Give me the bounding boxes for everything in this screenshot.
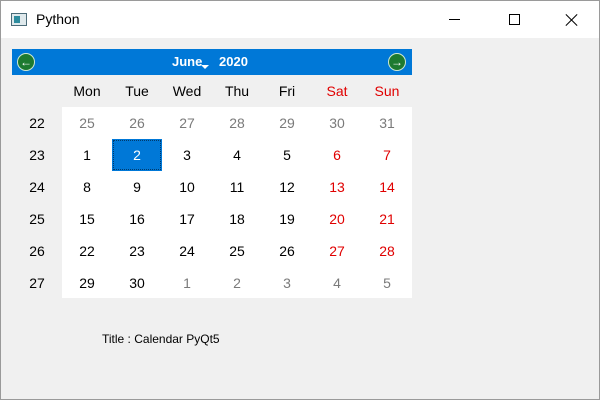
day-cell[interactable]: 10	[162, 171, 212, 203]
day-cell[interactable]: 5	[262, 139, 312, 171]
day-cell[interactable]: 9	[112, 171, 162, 203]
day-cell[interactable]: 26	[262, 235, 312, 267]
week-number: 22	[29, 115, 45, 131]
day-cell[interactable]: 14	[362, 171, 412, 203]
day-cell[interactable]: 15	[62, 203, 112, 235]
main-window: Python ← June 2020 → 22 23 24 25 26 27 Mon Tue…	[0, 0, 600, 400]
day-cell[interactable]: 4	[212, 139, 262, 171]
day-cell[interactable]: 5	[362, 267, 412, 299]
window-title: Python	[36, 11, 80, 27]
day-cell[interactable]: 17	[162, 203, 212, 235]
weekday-header: Sat	[326, 83, 348, 99]
day-cell[interactable]: 18	[212, 203, 262, 235]
day-cell[interactable]: 8	[62, 171, 112, 203]
day-cell[interactable]: 31	[362, 107, 412, 139]
week-number: 24	[29, 179, 45, 195]
days-area: 25 26 27 28 29 30 31 1 2 3 4 5 6 7 8 9 10 11 12 13 14 15 16 17 1…	[62, 107, 412, 298]
minimize-icon	[448, 19, 460, 20]
day-cell[interactable]: 27	[312, 235, 362, 267]
day-cell[interactable]: 29	[62, 267, 112, 299]
day-cell[interactable]: 21	[362, 203, 412, 235]
day-cell[interactable]: 25	[62, 107, 112, 139]
day-cell[interactable]: 28	[362, 235, 412, 267]
day-cell[interactable]: 1	[162, 267, 212, 299]
weekday-header: Mon	[73, 83, 101, 99]
week-number-column: 22 23 24 25 26 27	[12, 75, 62, 298]
day-cell[interactable]: 28	[212, 107, 262, 139]
day-cell[interactable]: 27	[162, 107, 212, 139]
chevron-down-icon	[201, 65, 209, 69]
calendar-grid: 22 23 24 25 26 27 Mon Tue Wed Thu Fri Sat Sun 25 26 2…	[12, 75, 412, 298]
weekday-header: Tue	[125, 83, 149, 99]
week-number: 25	[29, 211, 45, 227]
weekday-header: Fri	[278, 83, 296, 99]
day-cell[interactable]: 6	[312, 139, 362, 171]
day-cell[interactable]: 23	[112, 235, 162, 267]
day-cell[interactable]: 22	[62, 235, 112, 267]
arrow-left-icon: ←	[20, 55, 32, 69]
day-cell[interactable]: 24	[162, 235, 212, 267]
weekday-header: Wed	[172, 83, 202, 99]
month-selector[interactable]: June	[172, 54, 202, 69]
close-icon	[565, 13, 579, 27]
day-cell[interactable]: 30	[112, 267, 162, 299]
day-cell[interactable]: 3	[262, 267, 312, 299]
day-cell[interactable]: 20	[312, 203, 362, 235]
week-number: 27	[29, 275, 45, 291]
week-number: 23	[29, 147, 45, 163]
weekday-header-row: Mon Tue Wed Thu Fri Sat Sun	[62, 75, 412, 107]
day-cell[interactable]: 4	[312, 267, 362, 299]
year-selector[interactable]: 2020	[219, 54, 248, 69]
day-cell[interactable]: 12	[262, 171, 312, 203]
day-cell[interactable]: 25	[212, 235, 262, 267]
calendar-navigation-bar: ← June 2020 →	[12, 49, 412, 75]
maximize-button[interactable]	[491, 1, 537, 38]
day-cell[interactable]: 16	[112, 203, 162, 235]
app-window-icon	[11, 13, 27, 26]
day-cell[interactable]: 30	[312, 107, 362, 139]
calendar-widget: ← June 2020 → 22 23 24 25 26 27 Mon Tue Wed Thu F…	[12, 49, 412, 298]
weekday-header: Sun	[374, 83, 400, 99]
close-button[interactable]	[549, 1, 595, 38]
day-cell-selected[interactable]: 2	[112, 139, 162, 171]
day-cell[interactable]: 1	[62, 139, 112, 171]
title-label: Title : Calendar PyQt5	[102, 332, 220, 346]
day-cell[interactable]: 19	[262, 203, 312, 235]
day-cell[interactable]: 2	[212, 267, 262, 299]
previous-month-button[interactable]: ←	[17, 53, 35, 71]
week-number: 26	[29, 243, 45, 259]
arrow-right-icon: →	[391, 55, 403, 69]
maximize-icon	[508, 14, 520, 25]
day-cell[interactable]: 26	[112, 107, 162, 139]
day-cell[interactable]: 29	[262, 107, 312, 139]
day-cell[interactable]: 7	[362, 139, 412, 171]
day-cell[interactable]: 13	[312, 171, 362, 203]
title-bar: Python	[1, 1, 599, 38]
day-cell[interactable]: 11	[212, 171, 262, 203]
next-month-button[interactable]: →	[388, 53, 406, 71]
weekday-header: Thu	[224, 83, 250, 99]
day-cell[interactable]: 3	[162, 139, 212, 171]
minimize-button[interactable]	[431, 1, 477, 38]
